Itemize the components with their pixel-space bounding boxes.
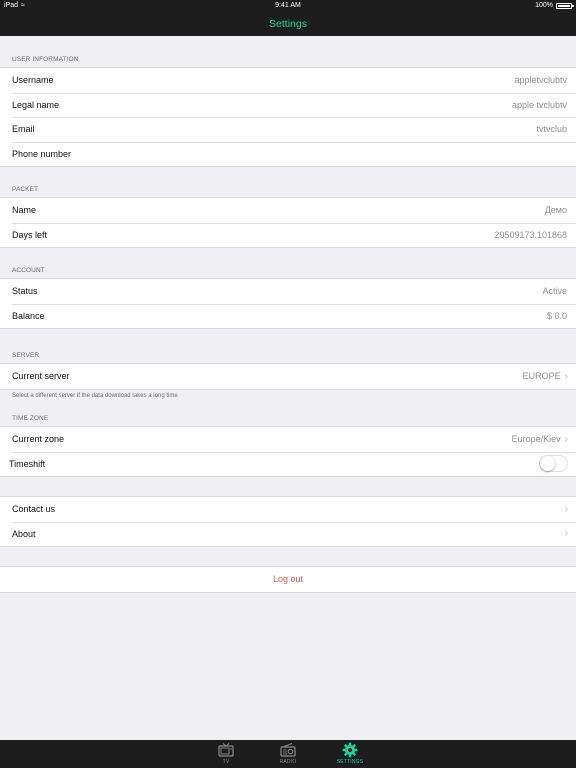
row-label: Current server <box>12 371 70 382</box>
navigation-bar: Settings <box>0 12 576 36</box>
page-title: Settings <box>269 18 307 30</box>
logout-button[interactable]: Log out <box>0 567 576 592</box>
tab-radio[interactable]: RADIO <box>268 742 308 765</box>
row-value: Демо <box>544 205 567 216</box>
row-email: Email tvtvclub <box>0 117 576 142</box>
tab-settings[interactable]: SETTINGS <box>330 742 370 765</box>
battery-icon <box>556 2 574 9</box>
packet-group: Name Демо Days left 29509173.101868 <box>0 197 576 249</box>
gear-icon <box>330 742 370 758</box>
toggle-knob <box>540 456 555 472</box>
row-label: Balance <box>12 310 45 321</box>
row-label: Legal name <box>12 99 60 110</box>
row-value: appletvclubtv <box>514 75 567 86</box>
row-label: Name <box>12 205 37 216</box>
time-zone-group: Current zone Europe/Kiev › Timeshift <box>0 426 576 478</box>
chevron-right-icon: › <box>564 433 568 445</box>
section-header-time-zone: TIME ZONE <box>12 415 49 422</box>
row-label: Timeshift <box>9 458 46 469</box>
row-label: About <box>12 528 36 539</box>
row-value: $ 0.0 <box>546 310 567 321</box>
row-current-zone[interactable]: Current zone Europe/Kiev › <box>0 427 576 452</box>
section-header-server: SERVER <box>12 352 40 359</box>
row-label: Phone number <box>12 149 72 160</box>
chevron-right-icon: › <box>564 528 568 540</box>
timeshift-toggle[interactable] <box>539 455 568 473</box>
row-label: Current zone <box>12 434 65 445</box>
misc-group: Contact us › About › <box>0 496 576 548</box>
status-bar: iPad ≈ 9:41 AM 100% <box>0 0 576 12</box>
section-header-user-info: USER INFORMATION <box>12 56 79 63</box>
row-label: Status <box>12 286 38 297</box>
section-header-account: ACCOUNT <box>12 267 45 274</box>
chevron-right-icon: › <box>564 503 568 515</box>
row-legal-name: Legal name apple tvclubtv <box>0 92 576 118</box>
tab-label: SETTINGS <box>336 759 364 765</box>
row-label: Contact us <box>12 504 56 515</box>
row-username: Username appletvclubtv <box>0 68 576 93</box>
row-label: Email <box>12 124 35 135</box>
row-contact-us[interactable]: Contact us › <box>0 497 576 522</box>
logout-group: Log out <box>0 566 576 593</box>
row-packet-name: Name Демо <box>0 198 576 223</box>
row-current-server[interactable]: Current server EUROPE › <box>0 364 576 389</box>
tab-tv[interactable]: TV <box>206 742 246 765</box>
battery-percent: 100% <box>535 2 553 9</box>
account-group: Status Active Balance $ 0.0 <box>0 278 576 330</box>
tab-label: RADIO <box>279 759 297 765</box>
row-phone-number: Phone number <box>0 141 576 167</box>
row-value: Europe/Kiev <box>511 434 561 445</box>
row-value: EUROPE <box>522 371 561 382</box>
server-footer-note: Select a different server if the data do… <box>12 393 178 399</box>
tab-label: TV <box>222 759 230 765</box>
radio-icon <box>268 742 308 758</box>
row-status: Status Active <box>0 279 576 304</box>
tv-icon <box>206 742 246 758</box>
row-value: apple tvclubtv <box>511 99 567 110</box>
row-days-left: Days left 29509173.101868 <box>0 222 576 248</box>
row-value: 29509173.101868 <box>494 229 567 240</box>
section-header-packet: PACKET <box>12 186 39 193</box>
row-label: Username <box>12 75 54 86</box>
battery-status: 100% <box>535 2 574 9</box>
row-label: Days left <box>12 229 48 240</box>
row-timeshift: Timeshift <box>0 451 576 477</box>
row-about[interactable]: About › <box>0 521 576 547</box>
row-value: Active <box>542 286 567 297</box>
status-time: 9:41 AM <box>275 2 301 9</box>
user-info-group: Username appletvclubtv Legal name apple … <box>0 67 576 168</box>
chevron-right-icon: › <box>564 370 568 382</box>
row-value: tvtvclub <box>536 124 567 135</box>
row-balance: Balance $ 0.0 <box>0 303 576 329</box>
tab-bar: TV RADIO SETTINGS <box>0 740 576 768</box>
server-group: Current server EUROPE › <box>0 363 576 390</box>
